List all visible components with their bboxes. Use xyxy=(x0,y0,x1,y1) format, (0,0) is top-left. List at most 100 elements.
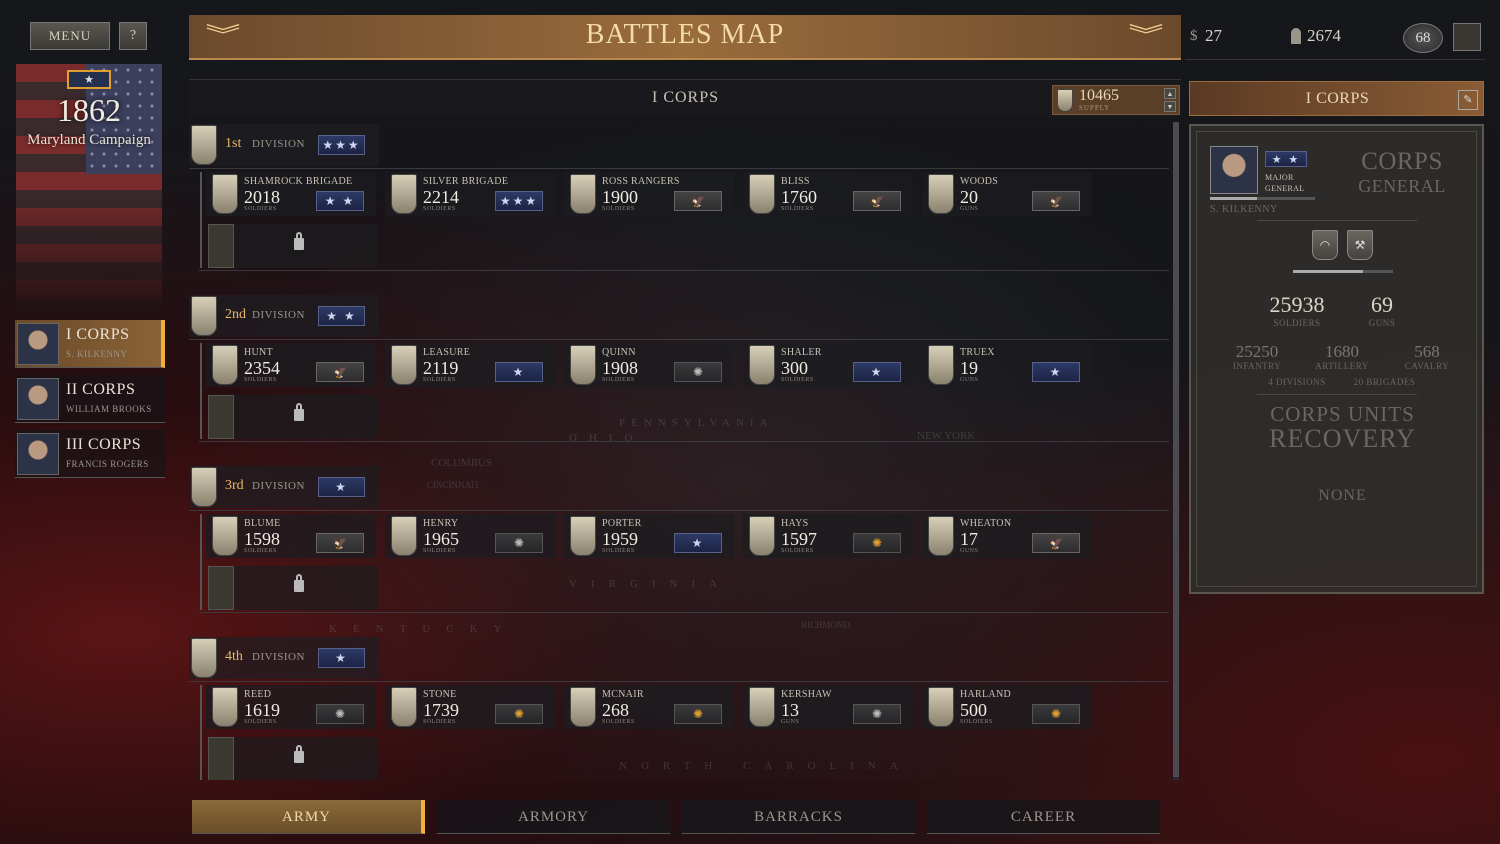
brigade-card[interactable]: TRUEX 19 GUNS ★ xyxy=(922,343,1092,387)
lock-icon xyxy=(294,574,304,592)
brigade-card[interactable]: STONE 1739 SOLDIERS ✺ xyxy=(385,685,555,729)
cavalry-shield-icon xyxy=(570,687,596,727)
brigade-strength: 2214 xyxy=(423,187,459,207)
brigade-shield-icon xyxy=(212,516,238,556)
brigade-card[interactable]: MCNAIR 268 SOLDIERS ✺ xyxy=(564,685,734,729)
recruits-value: 2674 xyxy=(1307,26,1341,45)
gold-medal-icon: ✺ xyxy=(674,704,722,724)
division-label: DIVISION xyxy=(252,138,305,150)
brigade-card[interactable]: SHALER 300 SOLDIERS ★ xyxy=(743,343,913,387)
tab-armory[interactable]: ARMORY xyxy=(437,800,670,834)
brigade-card[interactable]: HARLAND 500 SOLDIERS ✺ xyxy=(922,685,1092,729)
medal-icon: ✺ xyxy=(853,704,901,724)
divider xyxy=(199,612,1169,613)
campaign-year: 1862 xyxy=(57,92,121,128)
gold-medal-icon: ✺ xyxy=(495,704,543,724)
corps-title: I CORPS xyxy=(651,89,720,106)
brigade-unit: GUNS xyxy=(960,548,979,554)
brigade-shield-icon xyxy=(212,687,238,727)
brigade-unit: SOLDIERS xyxy=(781,206,814,212)
rank-stars-badge: ★★★ xyxy=(495,191,543,211)
brigade-card[interactable]: WOODS 20 GUNS 🦅 xyxy=(922,172,1092,216)
brigade-card[interactable]: HAYS 1597 SOLDIERS ✺ xyxy=(743,514,913,558)
divider xyxy=(189,510,1169,511)
brigade-card[interactable]: PORTER 1959 SOLDIERS ★ xyxy=(564,514,734,558)
tab-army[interactable]: ARMY xyxy=(192,800,425,834)
brigade-shield-icon xyxy=(570,516,596,556)
brigade-card[interactable]: ROSS RANGERS 1900 SOLDIERS 🦅 xyxy=(564,172,734,216)
locked-slot[interactable] xyxy=(208,737,378,780)
help-button[interactable]: ? xyxy=(119,22,147,50)
divisions-list[interactable]: PENNSYLVANIA NEW YORK COLUMBUS CINCINNAT… xyxy=(189,120,1181,780)
brigade-card[interactable]: HUNT 2354 SOLDIERS 🦅 xyxy=(206,343,376,387)
resource-bar: $ 27 2674 68 xyxy=(1185,15,1485,60)
corps-panel-header: I CORPS ✎ xyxy=(1189,81,1484,116)
division-header[interactable]: 3rd DIVISION ★ xyxy=(189,466,379,508)
brigade-shield-icon xyxy=(570,345,596,385)
brigade-name: ROSS RANGERS xyxy=(602,176,680,187)
commander-portrait xyxy=(17,378,59,420)
chevron-down-icon[interactable]: ︾ xyxy=(1119,25,1173,47)
edit-icon[interactable]: ✎ xyxy=(1458,90,1478,110)
brigade-unit: SOLDIERS xyxy=(244,377,277,383)
brigade-unit: SOLDIERS xyxy=(602,719,635,725)
scrollbar-thumb[interactable] xyxy=(1173,122,1179,777)
campaign-star-badge: ★ xyxy=(67,70,111,89)
brigade-card[interactable]: SILVER BRIGADE 2214 SOLDIERS ★★★ xyxy=(385,172,555,216)
locked-slot[interactable] xyxy=(208,395,378,439)
brigade-card[interactable]: KERSHAW 13 GUNS ✺ xyxy=(743,685,913,729)
rank-stars-badge: ★ xyxy=(674,533,722,553)
brigade-unit: SOLDIERS xyxy=(960,719,993,725)
rank-badge[interactable]: 68 xyxy=(1403,23,1443,53)
brigade-card[interactable]: QUINN 1908 SOLDIERS ✺ xyxy=(564,343,734,387)
gold-medal-icon: ✺ xyxy=(1032,704,1080,724)
empty-card xyxy=(208,395,234,439)
soldiers-total: 25938 xyxy=(1269,292,1325,317)
division-label: DIVISION xyxy=(252,651,305,663)
page-title: BATTLES MAP xyxy=(585,19,785,50)
gold-medal-icon: ✺ xyxy=(853,533,901,553)
brigade-card[interactable]: SHAMROCK BRIGADE 2018 SOLDIERS ★ ★ xyxy=(206,172,376,216)
cavalry-skill-icon[interactable]: ◠ xyxy=(1312,230,1338,260)
corps-item-i[interactable]: I CORPS S. KILKENNY xyxy=(15,320,165,368)
general-portrait[interactable] xyxy=(1210,146,1258,194)
brigade-card[interactable]: HENRY 1965 SOLDIERS ✺ xyxy=(385,514,555,558)
brigade-strength: 1739 xyxy=(423,700,459,720)
supply-up-button[interactable]: ▲ xyxy=(1164,88,1176,99)
brigade-card[interactable]: WHEATON 17 GUNS 🦅 xyxy=(922,514,1092,558)
artillery-shield-icon xyxy=(928,345,954,385)
tab-barracks[interactable]: BARRACKS xyxy=(682,800,915,834)
division-header[interactable]: 1st DIVISION ★★★ xyxy=(189,124,379,166)
tools-skill-icon[interactable]: ⚒ xyxy=(1347,230,1373,260)
guns-label: GUNS xyxy=(1368,318,1396,328)
division-header[interactable]: 2nd DIVISION ★ ★ xyxy=(189,295,379,337)
general-name: S. KILKENNY xyxy=(1210,204,1278,215)
division-header[interactable]: 4th DIVISION ★ xyxy=(189,637,379,679)
locked-slot[interactable] xyxy=(208,566,378,610)
cavalry-shield-icon xyxy=(928,687,954,727)
division-rank-stars: ★★★ xyxy=(318,135,365,155)
capitol-icon[interactable] xyxy=(1453,23,1481,51)
menu-button[interactable]: MENU xyxy=(30,22,110,50)
brigade-card[interactable]: REED 1619 SOLDIERS ✺ xyxy=(206,685,376,729)
tab-career[interactable]: CAREER xyxy=(927,800,1160,834)
corps-item-iii[interactable]: III CORPS FRANCIS ROGERS xyxy=(15,430,165,478)
scrollbar[interactable] xyxy=(1173,122,1179,780)
corps-commander: FRANCIS ROGERS xyxy=(66,459,149,469)
divider xyxy=(189,339,1169,340)
supply-down-button[interactable]: ▼ xyxy=(1164,101,1176,112)
brigade-shield-icon xyxy=(749,516,775,556)
brigade-card[interactable]: LEASURE 2119 SOLDIERS ★ xyxy=(385,343,555,387)
brigade-card[interactable]: BLUME 1598 SOLDIERS 🦅 xyxy=(206,514,376,558)
locked-slot[interactable] xyxy=(208,224,378,268)
battles-map-header[interactable]: ︾ BATTLES MAP ︾ xyxy=(189,15,1181,60)
brigade-card[interactable]: BLISS 1760 SOLDIERS 🦅 xyxy=(743,172,913,216)
brigade-name: STONE xyxy=(423,689,457,700)
brigade-unit: SOLDIERS xyxy=(423,548,456,554)
corps-item-ii[interactable]: II CORPS WILLIAM BROOKS xyxy=(15,375,165,423)
brigade-name: TRUEX xyxy=(960,347,995,358)
division-shield-icon xyxy=(191,296,217,336)
empty-card xyxy=(208,224,234,268)
commander-portrait xyxy=(17,323,59,365)
divider xyxy=(189,681,1169,682)
